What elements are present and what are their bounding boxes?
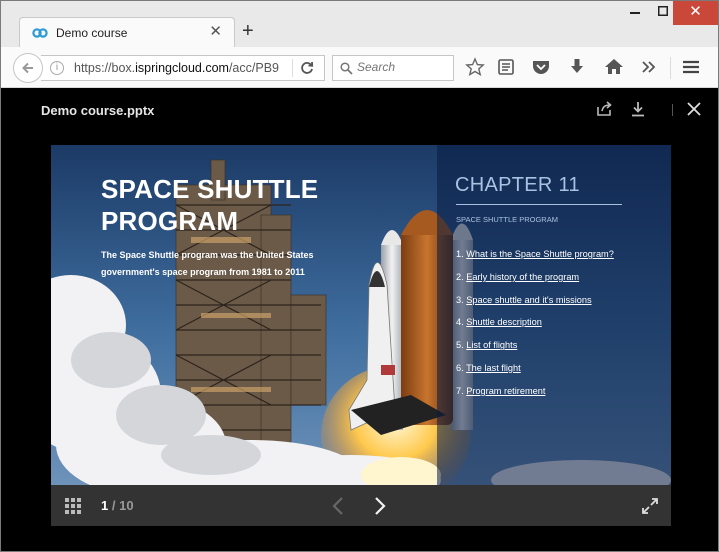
toc-item: 2. Early history of the program — [456, 272, 614, 295]
chapter-subtitle: SPACE SHUTTLE PROGRAM — [456, 215, 558, 224]
fullscreen-icon[interactable] — [641, 497, 659, 515]
toc-link[interactable]: Early history of the program — [466, 272, 579, 282]
table-of-contents: 1. What is the Space Shuttle program? 2.… — [456, 249, 614, 409]
viewer-control-bar: 1 / 10 — [51, 485, 671, 526]
toc-number: 6. — [456, 362, 464, 373]
viewer-download-icon[interactable] — [630, 100, 646, 118]
url-path: /acc/PB9 — [228, 61, 279, 75]
browser-window: Demo course ✕ + ✕ i https://box.ispringc… — [0, 0, 719, 552]
back-arrow-icon — [22, 62, 33, 74]
toc-link[interactable]: Shuttle description — [466, 317, 542, 327]
tab-demo-course[interactable]: Demo course ✕ — [19, 17, 235, 48]
toc-link[interactable]: Space shuttle and it's missions — [466, 295, 591, 305]
toc-number: 2. — [456, 271, 464, 282]
url-bar[interactable]: i https://box.ispringcloud.com/acc/PB9 — [41, 55, 325, 81]
url-divider — [292, 59, 293, 77]
navigation-toolbar: i https://box.ispringcloud.com/acc/PB9 — [1, 47, 718, 88]
document-viewer: Demo course.pptx SPACE SHUTTLE PROGRAM T… — [1, 88, 718, 551]
tab-title: Demo course — [56, 26, 128, 40]
slide-canvas: SPACE SHUTTLE PROGRAM The Space Shuttle … — [51, 145, 671, 485]
hamburger-menu-icon[interactable] — [680, 57, 702, 77]
search-bar[interactable] — [332, 55, 454, 81]
share-icon[interactable] — [595, 100, 613, 118]
toolbar-divider — [670, 57, 671, 79]
overflow-icon[interactable] — [638, 57, 660, 77]
viewer-close-icon[interactable] — [687, 100, 701, 118]
slide-title: SPACE SHUTTLE PROGRAM — [101, 174, 319, 236]
favicon-icon — [32, 28, 48, 38]
url-prefix: https://box. — [74, 61, 136, 75]
toc-number: 3. — [456, 294, 464, 305]
reload-icon[interactable] — [299, 60, 315, 76]
document-title: Demo course.pptx — [41, 103, 155, 118]
download-icon[interactable] — [566, 57, 588, 77]
toc-number: 1. — [456, 249, 464, 259]
toc-link[interactable]: The last flight — [466, 363, 521, 373]
chapter-heading: CHAPTER 11 — [455, 174, 580, 196]
pocket-icon[interactable] — [530, 57, 552, 77]
title-bar: Demo course ✕ + ✕ — [1, 1, 718, 48]
search-input[interactable] — [357, 60, 449, 74]
toc-number: 7. — [456, 385, 464, 396]
info-icon[interactable]: i — [50, 61, 64, 75]
close-tab-icon[interactable]: ✕ — [209, 24, 222, 40]
back-button[interactable] — [13, 53, 43, 83]
url-host: ispringcloud.com — [135, 61, 229, 75]
current-page: 1 — [101, 498, 109, 513]
toc-number: 4. — [456, 317, 464, 328]
toc-link[interactable]: What is the Space Shuttle program? — [466, 249, 614, 259]
page-indicator: 1 / 10 — [101, 498, 134, 513]
total-pages: 10 — [119, 498, 134, 513]
toc-item: 7. Program retirement — [456, 386, 614, 409]
star-icon[interactable] — [464, 57, 486, 77]
toc-link[interactable]: List of flights — [466, 340, 517, 350]
viewer-divider — [672, 104, 673, 116]
toc-item: 5. List of flights — [456, 340, 614, 363]
slide-description: The Space Shuttle program was the United… — [101, 250, 314, 277]
reading-list-icon[interactable] — [495, 57, 517, 77]
window-close-button[interactable]: ✕ — [673, 1, 718, 25]
toc-item: 3. Space shuttle and it's missions — [456, 295, 614, 318]
page-separator: / — [111, 498, 116, 513]
toc-number: 5. — [456, 340, 464, 351]
toc-link[interactable]: Program retirement — [466, 386, 545, 396]
search-icon — [340, 62, 353, 75]
new-tab-icon[interactable]: + — [242, 21, 254, 41]
next-arrow-icon[interactable] — [373, 496, 387, 516]
url-text[interactable]: https://box.ispringcloud.com/acc/PB9 — [74, 61, 284, 75]
toc-item: 4. Shuttle description — [456, 317, 614, 340]
grid-icon[interactable] — [65, 498, 81, 514]
prev-arrow-icon[interactable] — [331, 496, 345, 516]
toc-item: 6. The last flight — [456, 363, 614, 386]
chapter-underline — [456, 204, 622, 205]
toc-item: 1. What is the Space Shuttle program? — [456, 249, 614, 272]
home-icon[interactable] — [603, 57, 625, 77]
